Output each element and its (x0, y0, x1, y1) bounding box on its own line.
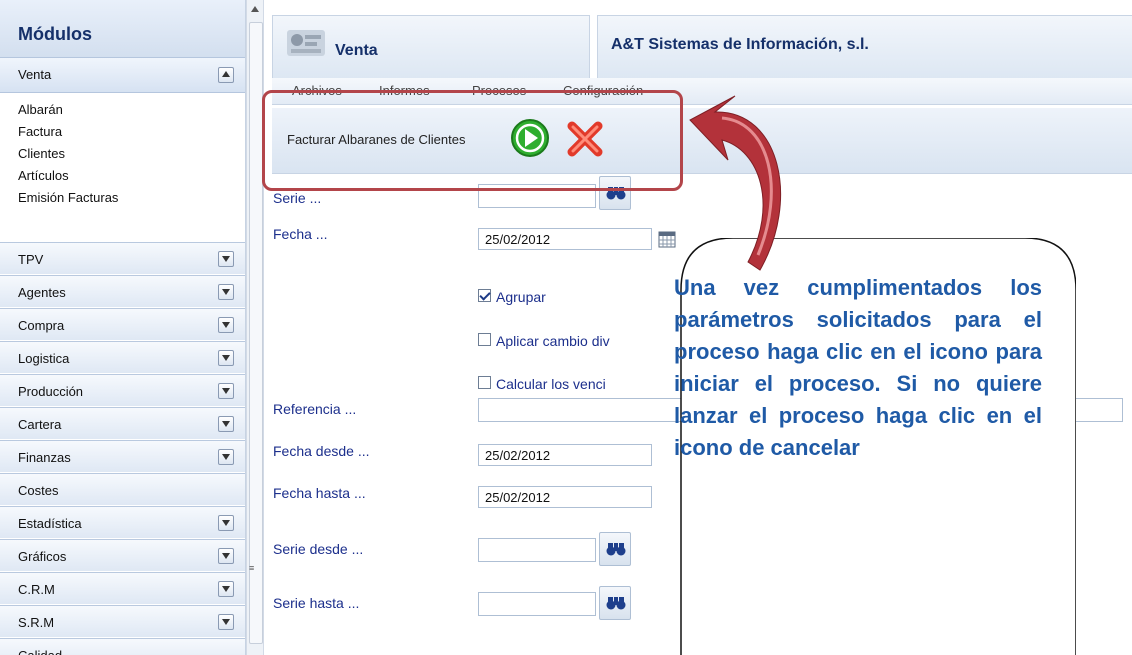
module-label: C.R.M (18, 582, 55, 597)
module-s-r-m[interactable]: S.R.M (0, 605, 245, 637)
expand-icon[interactable] (218, 284, 234, 300)
module-label: Agentes (18, 285, 66, 300)
menu-procesos[interactable]: Procesos (472, 83, 526, 98)
module-label: Producción (18, 384, 84, 399)
serie-desde-input[interactable] (478, 538, 596, 562)
scroll-up-icon[interactable] (251, 6, 259, 12)
module-label: Estadística (18, 516, 82, 531)
aplicar-cambio-label: Aplicar cambio div (496, 333, 610, 349)
referencia-label: Referencia ... (273, 401, 357, 417)
aplicar-cambio-checkbox[interactable] (478, 333, 491, 346)
calcular-vencimientos-label: Calcular los venci (496, 376, 606, 392)
serie-input[interactable] (478, 184, 596, 208)
module-agentes[interactable]: Agentes (0, 275, 245, 307)
fecha-desde-input[interactable] (478, 444, 652, 466)
fecha-input[interactable] (478, 228, 652, 250)
curved-arrow-icon (689, 95, 781, 271)
modules-title: Módulos (18, 24, 92, 44)
serie-search-button[interactable] (599, 176, 631, 210)
binoculars-icon (606, 597, 626, 610)
expand-icon[interactable] (218, 548, 234, 564)
expand-icon[interactable] (218, 449, 234, 465)
serie-desde-label: Serie desde ... (273, 541, 364, 557)
module-venta[interactable]: Venta (0, 57, 245, 93)
expand-icon[interactable] (218, 416, 234, 432)
module-label: Calidad (18, 648, 62, 655)
company-header: A&T Sistemas de Información, s.l. (597, 15, 1132, 79)
submenu-item-albaran[interactable]: Albarán (18, 102, 63, 117)
venta-module-icon (287, 30, 325, 56)
module-label: Cartera (18, 417, 62, 432)
menu-configuracion[interactable]: Configuración (563, 83, 643, 98)
calcular-vencimientos-checkbox[interactable] (478, 376, 491, 389)
start-process-icon[interactable] (510, 118, 550, 158)
modules-header: Módulos (0, 0, 245, 57)
module-finanzas[interactable]: Finanzas (0, 440, 245, 472)
submenu-item-emision-facturas[interactable]: Emisión Facturas (18, 190, 118, 205)
binoculars-icon (606, 187, 626, 200)
binoculars-icon (606, 543, 626, 556)
expand-icon[interactable] (218, 350, 234, 366)
process-title: Facturar Albaranes de Clientes (287, 132, 466, 147)
module-cartera[interactable]: Cartera (0, 407, 245, 439)
callout-text: Una vez cumplimentados los parámetros so… (674, 275, 1042, 460)
serie-hasta-input[interactable] (478, 592, 596, 616)
submenu-item-clientes[interactable]: Clientes (18, 146, 65, 161)
module-tpv[interactable]: TPV (0, 242, 245, 274)
module-estadística[interactable]: Estadística (0, 506, 245, 538)
expand-icon[interactable] (218, 581, 234, 597)
module-venta-label: Venta (18, 67, 52, 82)
module-gráficos[interactable]: Gráficos (0, 539, 245, 571)
serie-hasta-search-button[interactable] (599, 586, 631, 620)
expand-icon[interactable] (218, 251, 234, 267)
module-label: S.R.M (18, 615, 55, 630)
fecha-hasta-input[interactable] (478, 486, 652, 508)
serie-hasta-label: Serie hasta ... (273, 595, 360, 611)
submenu-item-articulos[interactable]: Artículos (18, 168, 69, 183)
fecha-hasta-label: Fecha hasta ... (273, 485, 366, 501)
module-producción[interactable]: Producción (0, 374, 245, 406)
fecha-label: Fecha ... (273, 226, 328, 242)
expand-icon[interactable] (218, 515, 234, 531)
module-compra[interactable]: Compra (0, 308, 245, 340)
module-header: Venta (272, 15, 590, 79)
module-label: TPV (18, 252, 44, 267)
module-label: Costes (18, 483, 59, 498)
agrupar-label: Agrupar (496, 289, 546, 305)
modules-sidebar: Módulos Venta Albarán Factura Clientes A… (0, 0, 246, 655)
fecha-desde-label: Fecha desde ... (273, 443, 370, 459)
cancel-process-icon[interactable] (564, 118, 606, 160)
menu-informes[interactable]: Informes (379, 83, 430, 98)
submenu-item-factura[interactable]: Factura (18, 124, 62, 139)
module-logistica[interactable]: Logistica (0, 341, 245, 373)
company-name: A&T Sistemas de Información, s.l. (611, 36, 869, 53)
menu-archivos[interactable]: Archivos (292, 83, 342, 98)
splitter-grip-icon[interactable]: ≡ (249, 563, 254, 573)
module-calidad[interactable]: Calidad (0, 638, 245, 655)
scrollbar-thumb[interactable] (249, 22, 263, 644)
collapse-icon[interactable] (218, 67, 234, 83)
module-label: Compra (18, 318, 65, 333)
serie-label: Serie ... (273, 190, 322, 206)
module-header-title: Venta (335, 42, 378, 59)
module-label: Logistica (18, 351, 70, 366)
module-c-r-m[interactable]: C.R.M (0, 572, 245, 604)
agrupar-checkbox[interactable] (478, 289, 491, 302)
serie-desde-search-button[interactable] (599, 532, 631, 566)
module-label: Gráficos (18, 549, 67, 564)
expand-icon[interactable] (218, 317, 234, 333)
module-label: Finanzas (18, 450, 71, 465)
expand-icon[interactable] (218, 383, 234, 399)
sidebar-scrollbar[interactable]: ≡ (246, 0, 264, 655)
expand-icon[interactable] (218, 614, 234, 630)
module-costes[interactable]: Costes (0, 473, 245, 505)
